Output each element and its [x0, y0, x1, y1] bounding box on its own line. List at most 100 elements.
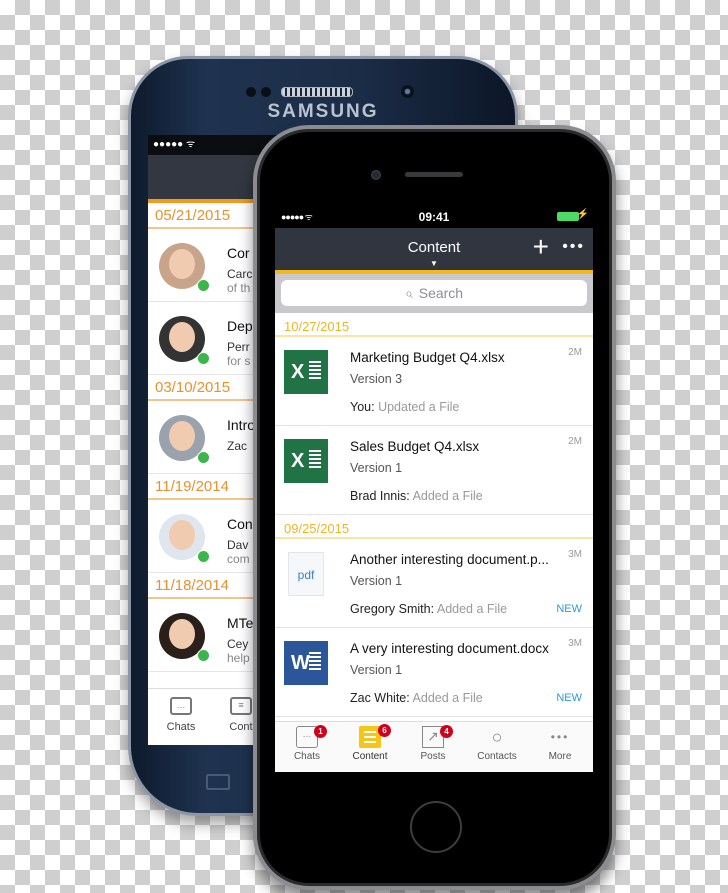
- chat-title: MTe: [227, 615, 254, 631]
- file-activity: Brad Innis: Added a File: [350, 489, 483, 503]
- file-name: Marketing Budget Q4.xlsx: [350, 350, 505, 365]
- online-indicator-icon: [197, 649, 210, 662]
- tab-label: Cont: [229, 721, 253, 733]
- chat-title: Cor: [227, 245, 250, 261]
- tab-label: Posts: [420, 751, 446, 762]
- earpiece-grille: [281, 87, 353, 97]
- iphone: ●●●●● ᯤ 09:41 ⚡ Content ▼ + ••• ⌕ Search …: [253, 125, 616, 890]
- front-camera: [371, 170, 381, 180]
- charging-icon: ⚡: [576, 209, 589, 220]
- tab-contacts[interactable]: ○ Contacts: [467, 726, 527, 762]
- online-indicator-icon: [197, 550, 210, 563]
- tab-chats[interactable]: … Chats: [151, 697, 211, 733]
- tab-more[interactable]: ••• More: [530, 726, 590, 762]
- activity-action: Updated a File: [378, 400, 460, 414]
- tab-posts[interactable]: ↗ 4 Posts: [403, 725, 463, 762]
- home-button[interactable]: [410, 801, 462, 853]
- tab-label: Contacts: [477, 751, 517, 762]
- activity-action: Added a File: [412, 489, 483, 503]
- chat-preview: Carc of th: [227, 267, 252, 295]
- sheet-lines: [309, 450, 321, 470]
- file-age: 3M: [568, 638, 582, 649]
- excel-letter: X: [291, 450, 305, 472]
- chat-preview: Cey help: [227, 637, 250, 665]
- activity-actor: You:: [350, 400, 375, 414]
- chat-preview: Perr for s: [227, 340, 250, 368]
- notification-badge: 1: [314, 725, 327, 738]
- search-input[interactable]: ⌕ Search: [281, 280, 587, 306]
- file-version: Version 3: [350, 372, 403, 386]
- file-list-item[interactable]: X Marketing Budget Q4.xlsx Version 3 You…: [275, 337, 593, 426]
- online-indicator-icon: [197, 451, 210, 464]
- status-bar: ●●●●● ᯤ 09:41 ⚡: [275, 206, 593, 228]
- chat-title: Intro: [227, 417, 256, 433]
- chat-snippet: help: [227, 651, 250, 665]
- light-sensor: [261, 87, 271, 97]
- chat-sender: Perr: [227, 340, 250, 354]
- content-list-icon: 6: [359, 724, 391, 748]
- chat-sender: Zac: [227, 439, 248, 453]
- samsung-logo: SAMSUNG: [267, 101, 379, 122]
- activity-actor: Brad Innis:: [350, 489, 410, 503]
- online-indicator-icon: [197, 279, 210, 292]
- file-version: Version 1: [350, 574, 403, 588]
- recent-apps-key-icon[interactable]: [206, 774, 230, 790]
- caret-down-icon[interactable]: ▼: [430, 259, 438, 268]
- file-activity: You: Updated a File: [350, 400, 459, 414]
- content-list-icon: ≡: [230, 697, 252, 715]
- more-options-button[interactable]: •••: [562, 238, 585, 256]
- file-activity: Zac White: Added a File: [350, 691, 483, 705]
- search-container: ⌕ Search: [275, 274, 593, 313]
- earpiece-speaker: [405, 172, 463, 177]
- tab-content[interactable]: 6 Content: [340, 724, 400, 762]
- chat-dots: …: [302, 729, 312, 739]
- file-version: Version 1: [350, 663, 403, 677]
- status-time: 09:41: [418, 210, 450, 224]
- file-age: 3M: [568, 549, 582, 560]
- file-name: Sales Budget Q4.xlsx: [350, 439, 480, 454]
- search-icon: ⌕: [404, 285, 413, 301]
- activity-actor: Zac White:: [350, 691, 410, 705]
- tab-label: Chats: [293, 751, 321, 762]
- chat-snippet: for s: [227, 354, 251, 368]
- word-file-icon: W: [284, 641, 328, 685]
- chat-sender: Dav: [227, 538, 249, 552]
- chat-preview: Zac: [227, 439, 247, 453]
- doc-lines: [309, 652, 321, 672]
- file-name: A very interesting document.docx: [350, 641, 549, 656]
- tab-label: Content: [352, 751, 388, 762]
- file-list-item[interactable]: pdf Another interesting document.p... Ve…: [275, 539, 593, 628]
- word-letter: W: [291, 652, 310, 674]
- tab-chats[interactable]: … 1 Chats: [277, 725, 337, 762]
- posts-arrow-icon: ↗ 4: [422, 725, 453, 748]
- pdf-file-icon: pdf: [288, 552, 324, 596]
- activity-actor: Gregory Smith:: [350, 602, 435, 616]
- file-list-item[interactable]: W A very interesting document.docx Versi…: [275, 628, 593, 717]
- chat-bubbles-icon: … 1: [296, 725, 327, 748]
- chat-title: Con: [227, 516, 253, 532]
- new-badge: NEW: [556, 692, 582, 704]
- add-button[interactable]: +: [533, 232, 549, 262]
- tab-bar: … 1 Chats 6 Content ↗ 4 Posts ○ Contacts •…: [275, 721, 593, 772]
- online-indicator-icon: [197, 352, 210, 365]
- file-list-item[interactable]: X Sales Budget Q4.xlsx Version 1 Brad In…: [275, 426, 593, 515]
- more-dots-icon: •••: [550, 730, 570, 744]
- file-age: 2M: [568, 436, 582, 447]
- tab-label: More: [548, 751, 572, 762]
- sheet-lines: [309, 361, 321, 381]
- iphone-screen: ●●●●● ᯤ 09:41 ⚡ Content ▼ + ••• ⌕ Search …: [275, 206, 593, 772]
- notification-badge: 4: [440, 725, 453, 738]
- excel-letter: X: [291, 361, 305, 383]
- activity-action: Added a File: [412, 691, 483, 705]
- date-header: 10/27/2015: [275, 313, 593, 337]
- person-icon: ○: [491, 727, 503, 747]
- excel-file-icon: X: [284, 350, 328, 394]
- chat-sender: Carc: [227, 267, 253, 281]
- notification-badge: 6: [378, 724, 391, 737]
- file-version: Version 1: [350, 461, 403, 475]
- file-activity: Gregory Smith: Added a File: [350, 602, 507, 616]
- tab-label: Chats: [166, 721, 196, 733]
- activity-action: Added a File: [436, 602, 508, 616]
- front-camera: [401, 85, 414, 98]
- chat-title: Dep: [227, 318, 253, 334]
